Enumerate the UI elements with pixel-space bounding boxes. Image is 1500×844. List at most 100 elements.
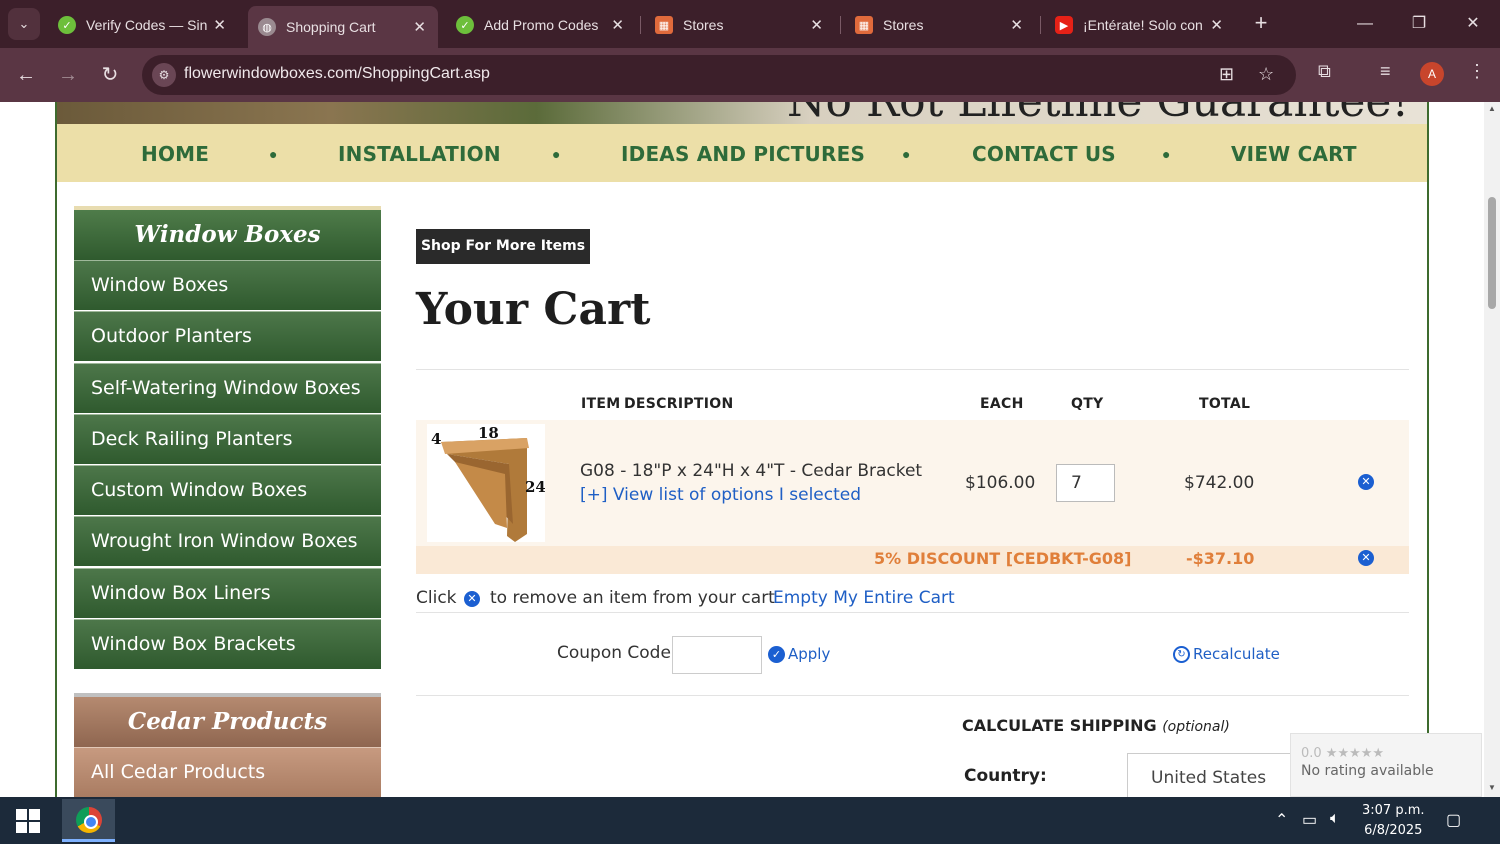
view-options-link[interactable]: [+] View list of options I selected: [580, 485, 861, 505]
sidebar-heading-cedar-products: Cedar Products: [74, 697, 381, 747]
col-header-description: DESCRIPTION: [624, 396, 734, 412]
new-tab-button[interactable]: +: [1248, 10, 1274, 38]
shipping-title-text: CALCULATE SHIPPING: [962, 716, 1157, 735]
divider: [416, 369, 1409, 370]
empty-cart-link[interactable]: Empty My Entire Cart: [773, 588, 955, 608]
coupon-label: Coupon Code:: [557, 643, 677, 663]
scroll-thumb[interactable]: [1488, 197, 1496, 309]
translate-icon[interactable]: ⊞: [1219, 64, 1234, 85]
sidebar-item-wrought-iron[interactable]: Wrought Iron Window Boxes: [74, 516, 381, 566]
rating-score: 0.0 ★★★★★: [1301, 746, 1385, 761]
sidebar-item-outdoor-planters[interactable]: Outdoor Planters: [74, 311, 381, 361]
page-viewport: No Rot Lifetime Guarantee! HOME ● INSTAL…: [0, 102, 1484, 797]
shop-more-button[interactable]: Shop For More Items: [416, 229, 590, 264]
col-header-item: ITEM: [581, 396, 621, 412]
nav-separator: ●: [552, 146, 561, 162]
tab-separator: [640, 16, 641, 34]
sidebar-heading-window-boxes: Window Boxes: [74, 210, 381, 260]
scroll-up-arrow-icon[interactable]: ▲: [1487, 104, 1497, 113]
close-icon[interactable]: ✕: [1210, 16, 1223, 34]
tab-separator: [840, 16, 841, 34]
thumb-label-height: 24: [525, 478, 545, 496]
check-badge-icon: ✓: [456, 16, 474, 34]
sidebar-item-brackets[interactable]: Window Box Brackets: [74, 619, 381, 669]
nav-view-cart[interactable]: VIEW CART: [1231, 142, 1357, 166]
clock-date: 6/8/2025: [1364, 823, 1423, 838]
item-unit-price: $106.00: [965, 473, 1036, 493]
browser-tab-shopping-cart[interactable]: ◍ Shopping Cart ✕: [248, 6, 438, 48]
thumb-label-thickness: 4: [431, 430, 442, 448]
browser-tab-stores-1[interactable]: ▦ Stores ✕: [645, 8, 835, 42]
discount-amount: -$37.10: [1186, 549, 1255, 568]
back-button[interactable]: ←: [11, 60, 41, 90]
address-bar[interactable]: ⚙ flowerwindowboxes.com/ShoppingCart.asp…: [142, 55, 1296, 95]
col-header-qty: QTY: [1071, 396, 1104, 412]
sidebar-item-deck-railing[interactable]: Deck Railing Planters: [74, 414, 381, 464]
item-total-price: $742.00: [1184, 473, 1255, 493]
browser-tab-add-promo-codes[interactable]: ✓ Add Promo Codes ✕: [446, 8, 636, 42]
site-info-icon[interactable]: ⚙: [152, 63, 176, 87]
menu-kebab-icon[interactable]: ⋮: [1468, 61, 1486, 82]
notification-icon[interactable]: ▢: [1446, 810, 1461, 830]
recalculate-button[interactable]: ↻ Recalculate: [1173, 645, 1280, 663]
minimize-button[interactable]: —: [1347, 8, 1383, 40]
sidebar-item-all-cedar[interactable]: All Cedar Products: [74, 747, 381, 797]
refresh-circle-icon: ↻: [1173, 645, 1190, 663]
item-description: G08 - 18"P x 24"H x 4"T - Cedar Bracket: [580, 461, 923, 481]
coupon-code-input[interactable]: [672, 636, 762, 674]
nav-home[interactable]: HOME: [141, 142, 209, 166]
puzzle-icon: ▦: [655, 16, 673, 34]
close-icon[interactable]: ✕: [413, 18, 426, 36]
col-header-total: TOTAL: [1199, 396, 1251, 412]
windows-start-icon[interactable]: [16, 809, 40, 833]
browser-tab-stores-2[interactable]: ▦ Stores ✕: [845, 8, 1035, 42]
profile-avatar[interactable]: A: [1420, 62, 1444, 86]
sidebar-item-window-boxes[interactable]: Window Boxes: [74, 260, 381, 310]
tab-title: Stores: [683, 17, 724, 33]
close-icon[interactable]: ✕: [213, 16, 226, 34]
network-icon[interactable]: ▭: [1302, 810, 1317, 830]
puzzle-icon: ▦: [855, 16, 873, 34]
nav-installation[interactable]: INSTALLATION: [338, 142, 501, 166]
scroll-down-arrow-icon[interactable]: ▼: [1487, 783, 1497, 792]
restore-button[interactable]: ❐: [1401, 8, 1437, 40]
remove-hint-icon: ✕: [464, 591, 480, 607]
page-scrollbar[interactable]: ▲ ▼: [1484, 102, 1500, 797]
chrome-icon: [76, 807, 102, 833]
volume-icon[interactable]: 🔈︎: [1330, 810, 1340, 828]
close-window-button[interactable]: ✕: [1455, 8, 1491, 40]
discount-label: 5% DISCOUNT [CEDBKT-G08]: [874, 549, 1132, 568]
remove-item-icon[interactable]: ✕: [1358, 474, 1374, 490]
media-controls-icon[interactable]: ≡: [1380, 61, 1391, 82]
check-circle-icon: ✓: [768, 645, 785, 663]
product-thumbnail[interactable]: 4 18 24: [427, 424, 545, 542]
sidebar-item-self-watering[interactable]: Self-Watering Window Boxes: [74, 363, 381, 413]
nav-contact-us[interactable]: CONTACT US: [972, 142, 1116, 166]
nav-ideas-and-pictures[interactable]: IDEAS AND PICTURES: [621, 142, 865, 166]
close-icon[interactable]: ✕: [611, 16, 624, 34]
reload-button[interactable]: ↻: [95, 60, 125, 90]
tab-title: Verify Codes — Sin: [86, 17, 208, 33]
close-icon[interactable]: ✕: [1010, 16, 1023, 34]
close-icon[interactable]: ✕: [810, 16, 823, 34]
taskbar-clock[interactable]: 3:07 p.m. 6/8/2025: [1362, 801, 1425, 841]
nav-separator: ●: [902, 146, 911, 162]
tray-chevron-icon[interactable]: ⌃: [1275, 810, 1288, 830]
quantity-input[interactable]: [1056, 464, 1115, 502]
bookmark-star-icon[interactable]: ☆: [1258, 64, 1274, 85]
rating-widget[interactable]: 0.0 ★★★★★ No rating available: [1290, 733, 1482, 797]
cart-item-row: [416, 420, 1409, 546]
taskbar-chrome-app[interactable]: [62, 799, 115, 842]
browser-tab-verify-codes[interactable]: ✓ Verify Codes — Sin ✕: [48, 8, 238, 42]
extensions-icon[interactable]: ⧉: [1318, 61, 1331, 82]
browser-tab-youtube[interactable]: ▶ ¡Entérate! Solo con ✕: [1045, 8, 1235, 42]
forward-button[interactable]: →: [53, 60, 83, 90]
tab-title: Shopping Cart: [286, 19, 376, 35]
remove-discount-icon[interactable]: ✕: [1358, 550, 1374, 566]
country-select[interactable]: United States: [1127, 753, 1307, 797]
windows-taskbar: ⌃ ▭ 🔈︎ 3:07 p.m. 6/8/2025 ▢: [0, 797, 1500, 844]
sidebar-item-liners[interactable]: Window Box Liners: [74, 568, 381, 618]
sidebar-item-custom[interactable]: Custom Window Boxes: [74, 465, 381, 515]
apply-coupon-button[interactable]: ✓ Apply: [768, 645, 830, 663]
tab-search-button[interactable]: ⌄: [8, 8, 40, 40]
